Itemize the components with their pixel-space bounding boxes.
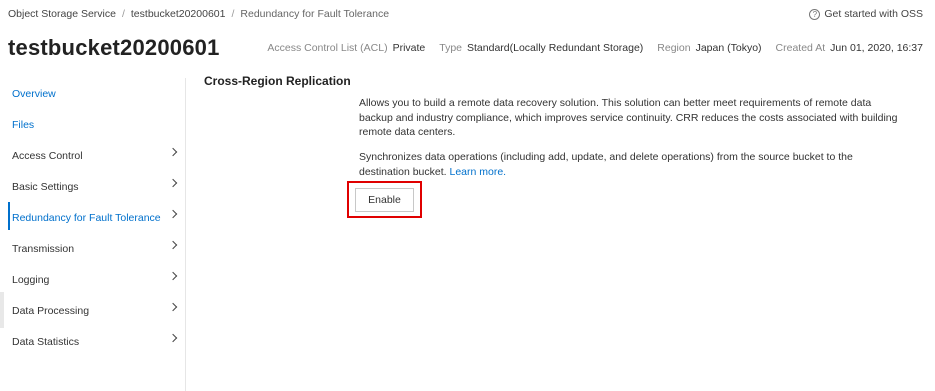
sidebar-item-access-control[interactable]: Access Control — [8, 140, 186, 171]
sidebar-item-files[interactable]: Files — [8, 109, 186, 140]
chevron-right-icon — [168, 271, 178, 281]
sidebar-item-label: Data Processing — [12, 304, 90, 317]
get-started-link[interactable]: ? Get started with OSS — [809, 6, 923, 22]
acl-value: Private — [392, 42, 426, 54]
bucket-header: testbucket20200601 Access Control List (… — [8, 34, 923, 62]
sidebar-item-data-processing[interactable]: Data Processing — [8, 295, 186, 326]
enable-button[interactable]: Enable — [355, 188, 414, 212]
sidebar-item-label: Transmission — [12, 242, 75, 255]
sidebar-item-label: Data Statistics — [12, 335, 80, 348]
breadcrumb-bucket[interactable]: testbucket20200601 — [131, 8, 226, 20]
type-label: Type — [439, 42, 463, 54]
sync-description-text: Synchronizes data operations (including … — [359, 151, 853, 178]
bucket-meta: Access Control List (ACL) Private Type S… — [267, 34, 923, 62]
chevron-right-icon — [168, 333, 178, 343]
learn-more-link[interactable]: Learn more. — [449, 166, 506, 178]
chevron-right-icon — [168, 209, 178, 219]
chevron-right-icon — [168, 147, 178, 157]
breadcrumb-oss[interactable]: Object Storage Service — [8, 8, 116, 20]
sidebar-item-label: Overview — [12, 87, 56, 100]
page-title: testbucket20200601 — [8, 35, 220, 60]
acl-label: Access Control List (ACL) — [267, 42, 388, 54]
crr-description: Allows you to build a remote data recove… — [359, 97, 898, 138]
created-label: Created At — [775, 42, 826, 54]
sidebar-item-basic-settings[interactable]: Basic Settings — [8, 171, 186, 202]
sidebar-item-label: Logging — [12, 273, 50, 286]
sidebar-item-data-statistics[interactable]: Data Statistics — [8, 326, 186, 357]
sidebar: Overview Files Access Control Basic Sett… — [0, 78, 186, 391]
sidebar-item-transmission[interactable]: Transmission — [8, 233, 186, 264]
created-value: Jun 01, 2020, 16:37 — [830, 42, 923, 54]
chevron-right-icon — [168, 302, 178, 312]
chevron-right-icon — [168, 178, 178, 188]
breadcrumb-separator: / — [121, 8, 125, 20]
region-value: Japan (Tokyo) — [695, 42, 762, 54]
sidebar-item-label: Access Control — [12, 149, 83, 162]
region-label: Region — [657, 42, 691, 54]
crr-sync-description: Synchronizes data operations (including … — [359, 150, 899, 179]
section-title: Cross-Region Replication — [204, 74, 351, 88]
sidebar-item-overview[interactable]: Overview — [8, 78, 186, 109]
main-content: Cross-Region Replication Allows you to b… — [204, 74, 923, 218]
breadcrumb-separator: / — [231, 8, 235, 20]
sidebar-item-logging[interactable]: Logging — [8, 264, 186, 295]
sidebar-item-label: Basic Settings — [12, 180, 79, 193]
chevron-right-icon — [168, 240, 178, 250]
sidebar-item-label: Files — [12, 118, 35, 131]
collapsed-panel-edge[interactable] — [0, 292, 4, 328]
breadcrumb-current-page: Redundancy for Fault Tolerance — [240, 8, 390, 20]
sidebar-item-label: Redundancy for Fault Tolerance — [12, 211, 161, 224]
get-started-label: Get started with OSS — [824, 8, 923, 20]
question-circle-icon: ? — [809, 8, 821, 20]
type-value: Standard(Locally Redundant Storage) — [467, 42, 644, 54]
sidebar-item-redundancy[interactable]: Redundancy for Fault Tolerance — [8, 202, 186, 233]
breadcrumb: Object Storage Service / testbucket20200… — [8, 6, 389, 22]
